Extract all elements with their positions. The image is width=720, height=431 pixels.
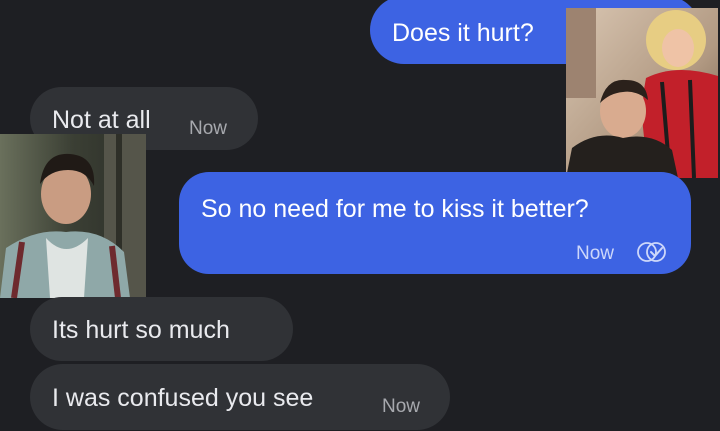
timestamp: Now xyxy=(382,396,421,417)
person-photo-icon xyxy=(0,134,146,298)
person-photo-icon xyxy=(566,8,718,178)
message-bubble-received[interactable]: Its hurt so much xyxy=(30,297,293,361)
timestamp: Now xyxy=(576,243,615,264)
sender-photo[interactable] xyxy=(566,8,718,178)
message-text: So no need for me to kiss it better? xyxy=(201,195,589,223)
timestamp: Now xyxy=(189,118,228,139)
message-text: Its hurt so much xyxy=(52,316,230,344)
recipient-photo[interactable] xyxy=(0,134,146,298)
message-bubble-received[interactable]: I was confused you see Now xyxy=(30,364,450,430)
message-text: I was confused you see xyxy=(52,384,314,412)
read-receipt-icon xyxy=(635,240,669,264)
message-text: Not at all xyxy=(52,106,151,134)
message-text: Does it hurt? xyxy=(392,19,534,47)
message-bubble-sent[interactable]: So no need for me to kiss it better? Now xyxy=(179,172,691,274)
